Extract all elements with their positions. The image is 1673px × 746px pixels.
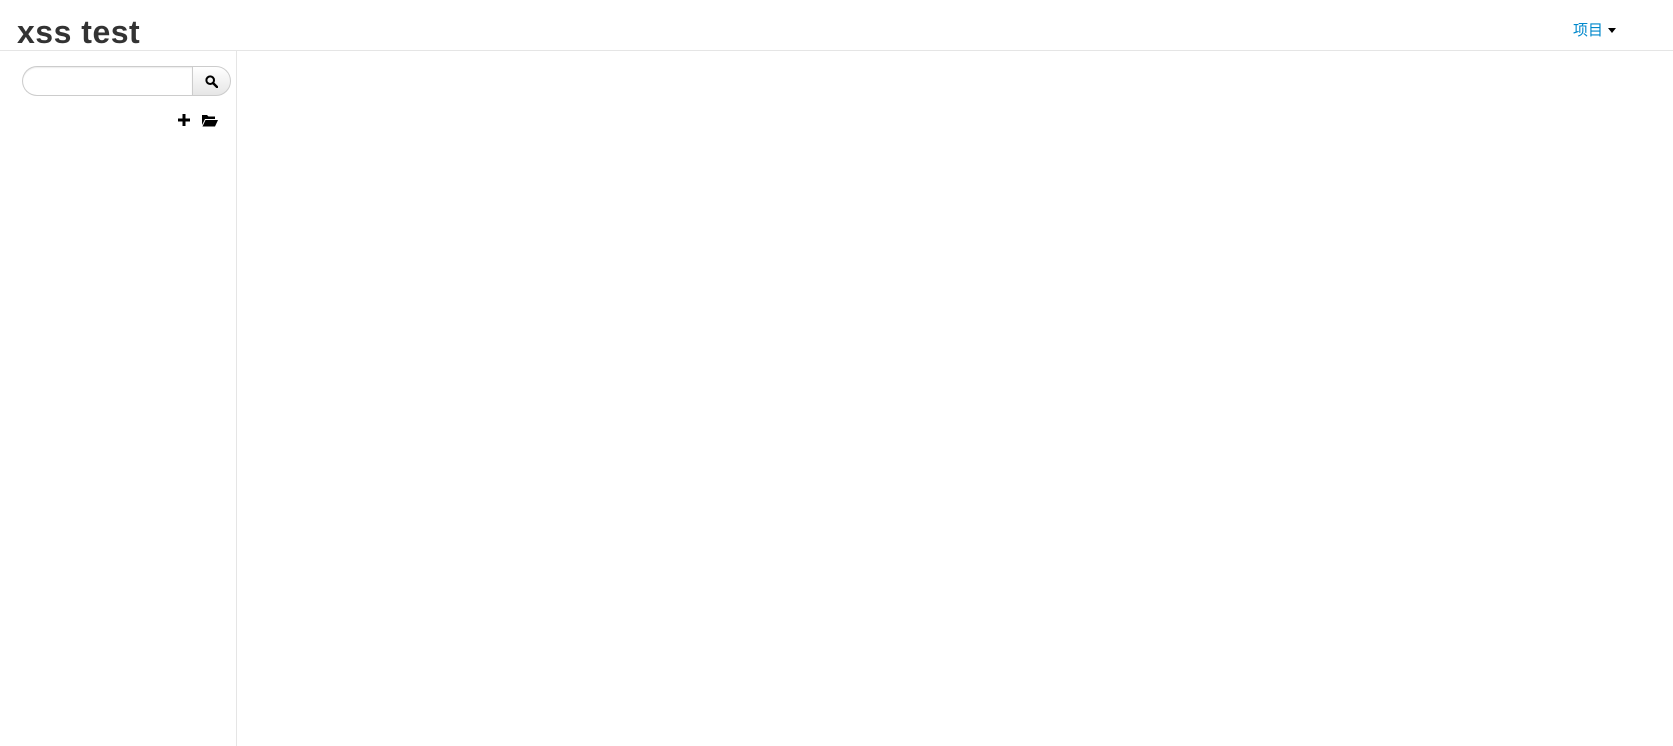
search-button[interactable] — [192, 66, 231, 96]
app-title: xss test — [17, 14, 141, 50]
top-header: xss test 项目 — [0, 0, 1673, 51]
main-content — [237, 51, 1673, 746]
search-input[interactable] — [22, 66, 192, 96]
sidebar — [0, 51, 237, 746]
folder-open-icon — [202, 114, 218, 126]
open-folder-button[interactable] — [201, 111, 219, 129]
project-dropdown-label: 项目 — [1573, 21, 1604, 39]
search-group — [22, 66, 231, 96]
plus-icon — [178, 114, 190, 126]
project-dropdown[interactable]: 项目 — [1573, 18, 1617, 40]
sidebar-toolbar — [175, 111, 219, 129]
search-icon — [205, 74, 218, 88]
caret-down-icon — [1608, 27, 1617, 33]
add-button[interactable] — [175, 111, 193, 129]
